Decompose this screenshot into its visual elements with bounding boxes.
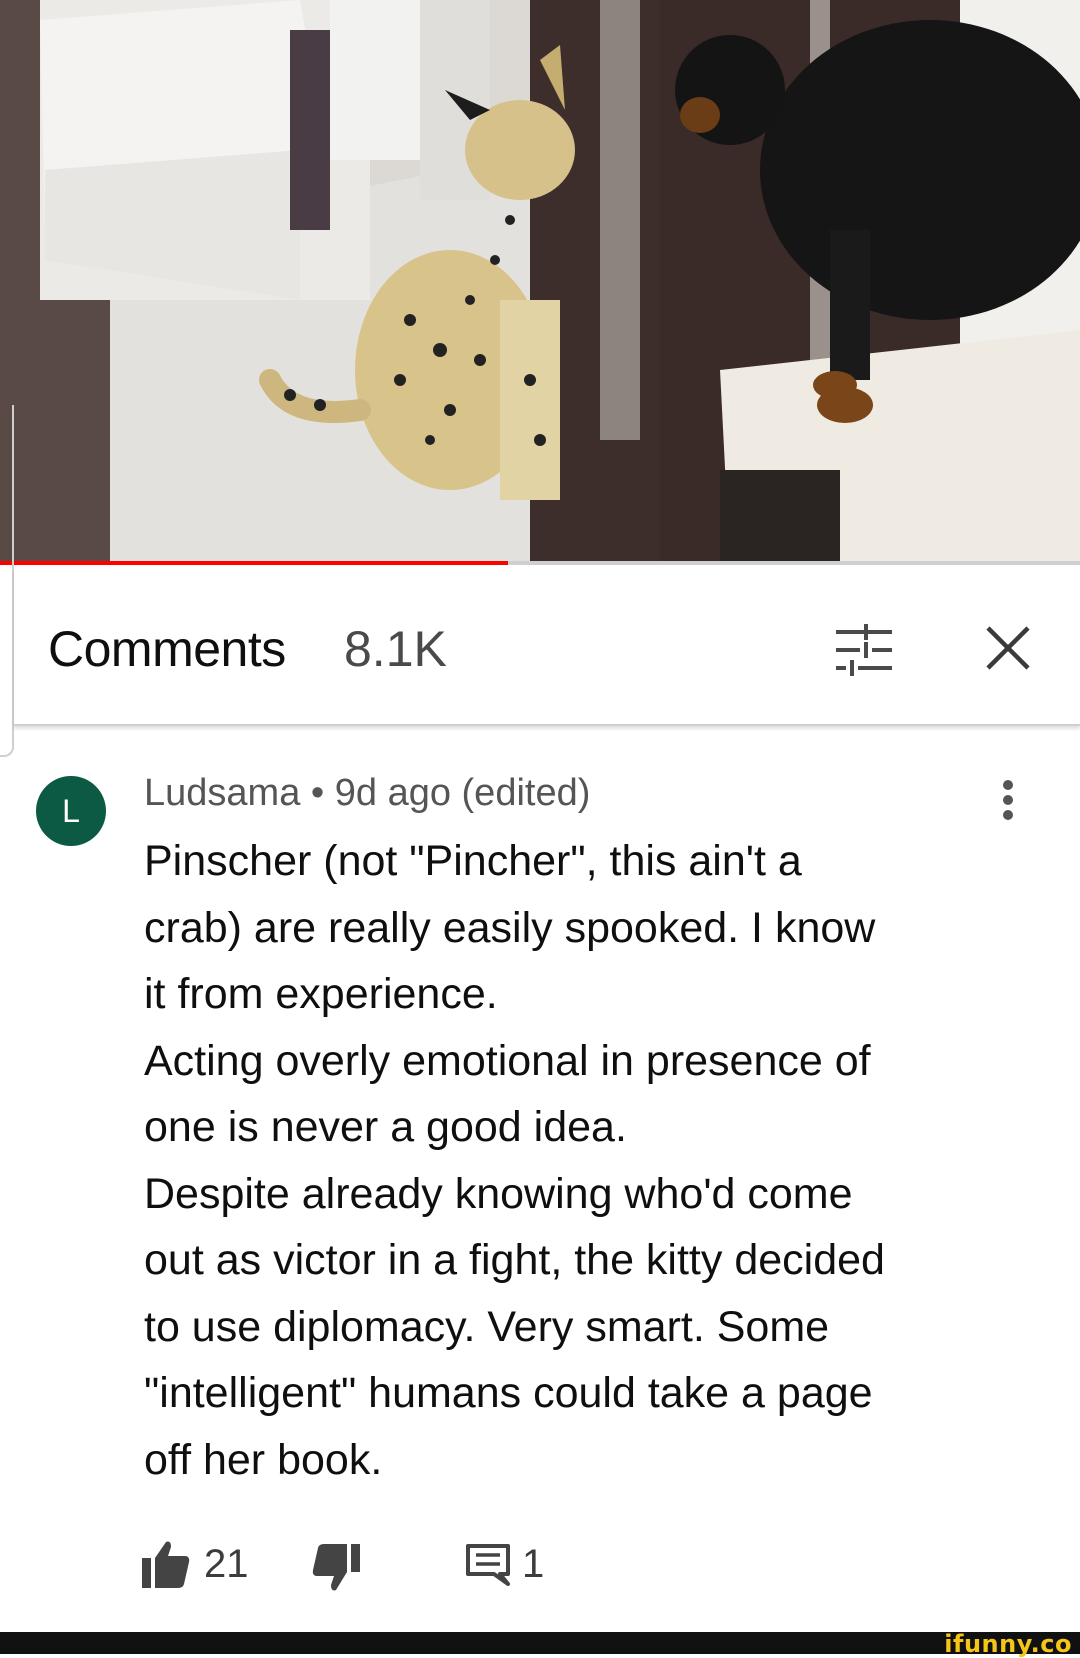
comment-meta: Ludsama • 9d ago (edited) [144, 772, 591, 814]
comment-actions: 21 1 [140, 1536, 740, 1596]
video-progress-fill [0, 561, 508, 565]
comment-line: it from experience. [144, 970, 498, 1018]
dislike-button[interactable] [310, 1542, 362, 1594]
close-button[interactable] [982, 622, 1034, 674]
sort-button[interactable] [832, 618, 896, 682]
reply-count: 1 [522, 1542, 545, 1586]
comments-title: Comments [48, 621, 286, 677]
comment-line: "intelligent" humans could take a page [144, 1369, 873, 1417]
comments-count: 8.1K [344, 621, 447, 677]
comment-line: off her book. [144, 1435, 383, 1484]
thumbs-up-icon [142, 1541, 190, 1588]
more-vertical-icon [988, 780, 1028, 820]
video-player[interactable] [0, 0, 1080, 565]
comment-line: Despite already knowing who'd come [144, 1169, 853, 1218]
like-button[interactable] [140, 1538, 192, 1590]
video-progress-bar[interactable] [0, 561, 1080, 565]
like-count: 21 [204, 1542, 249, 1586]
reply-button[interactable] [464, 1540, 512, 1588]
close-icon [986, 626, 1030, 670]
comment-line: one is never a good idea. [144, 1103, 627, 1151]
panel-edge [0, 405, 14, 757]
footer-bar: ifunny.co [0, 1630, 1080, 1658]
comment-line: Pinscher (not "Pincher", this ain't a [144, 837, 802, 885]
thumbs-down-icon [312, 1544, 360, 1591]
comment-line: crab) are really easily spooked. I know [144, 903, 876, 952]
avatar[interactable]: L [36, 776, 106, 846]
more-options-button[interactable] [988, 776, 1028, 826]
comment-line: out as victor in a fight, the kitty deci… [144, 1236, 885, 1284]
reply-comment-icon [466, 1544, 510, 1586]
video-frame-image [0, 0, 1080, 565]
comments-header: Comments 8.1K [14, 568, 1080, 726]
comment-line: Acting overly emotional in presence of [144, 1036, 871, 1085]
sort-sliders-icon [836, 624, 892, 676]
avatar-letter: L [62, 792, 80, 829]
comment-line: to use diplomacy. Very smart. Some [144, 1302, 830, 1351]
comment-text: Pinscher (not "Pincher", this ain't a cr… [144, 828, 974, 1493]
